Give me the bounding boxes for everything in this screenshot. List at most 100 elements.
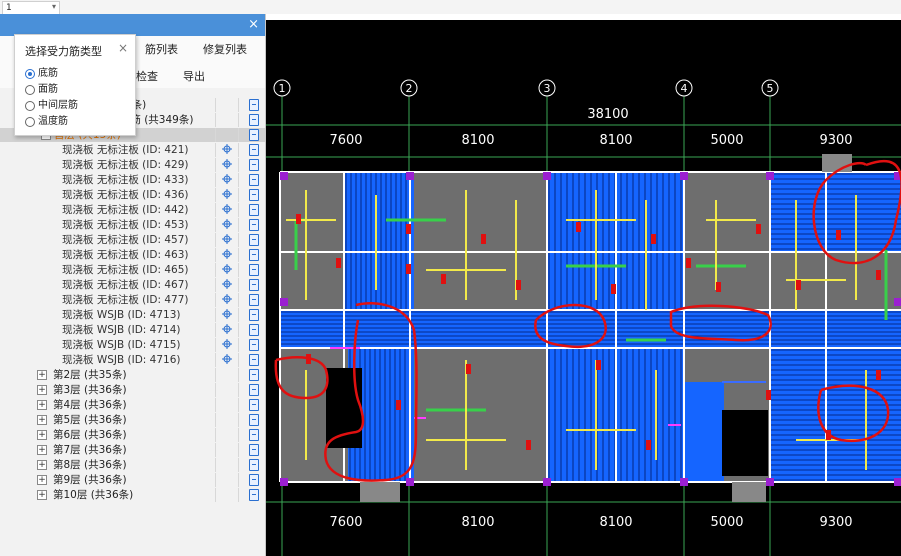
locate-icon[interactable] [222, 264, 232, 274]
document-icon[interactable] [249, 144, 259, 156]
document-icon[interactable] [249, 294, 259, 306]
tree-item[interactable]: 现浇板 无标注板 (ID: 433) [0, 173, 265, 187]
tree-floor[interactable]: + 第2层 (共35条) [0, 368, 265, 382]
tree-floor[interactable]: + 第7层 (共36条) [0, 443, 265, 457]
radio-temperature-rebar[interactable]: 温度筋 [25, 115, 135, 129]
rebar-marker [441, 274, 446, 284]
tree-item[interactable]: 现浇板 WSJB (ID: 4716) [0, 353, 265, 367]
expand-toggle-icon[interactable]: + [37, 445, 47, 455]
tree-item[interactable]: 现浇板 无标注板 (ID: 453) [0, 218, 265, 232]
panel-close-icon[interactable]: × [248, 16, 259, 34]
column-divider [238, 263, 239, 277]
locate-icon[interactable] [222, 219, 232, 229]
locate-icon[interactable] [222, 234, 232, 244]
locate-icon[interactable] [222, 249, 232, 259]
tree-item[interactable]: 现浇板 无标注板 (ID: 442) [0, 203, 265, 217]
column-divider [238, 233, 239, 247]
tree-item[interactable]: 现浇板 无标注板 (ID: 463) [0, 248, 265, 262]
locate-icon[interactable] [222, 174, 232, 184]
document-icon[interactable] [249, 174, 259, 186]
document-icon[interactable] [249, 309, 259, 321]
tree-item[interactable]: 现浇板 无标注板 (ID: 429) [0, 158, 265, 172]
document-icon[interactable] [249, 354, 259, 366]
document-icon[interactable] [249, 324, 259, 336]
radio-middle-rebar[interactable]: 中间层筋 [25, 99, 135, 113]
column-divider [238, 398, 239, 412]
tree-item[interactable]: 现浇板 无标注板 (ID: 457) [0, 233, 265, 247]
expand-toggle-icon[interactable]: + [37, 415, 47, 425]
document-icon[interactable] [249, 414, 259, 426]
document-icon[interactable] [249, 249, 259, 261]
tree-floor[interactable]: + 第6层 (共36条) [0, 428, 265, 442]
document-icon[interactable] [249, 114, 259, 126]
locate-icon[interactable] [222, 159, 232, 169]
document-icon[interactable] [249, 99, 259, 111]
document-icon[interactable] [249, 219, 259, 231]
expand-toggle-icon[interactable]: + [37, 490, 47, 500]
locate-icon[interactable] [222, 144, 232, 154]
tree-row-label: 现浇板 无标注板 (ID: 477) [62, 294, 189, 306]
document-icon[interactable] [249, 429, 259, 441]
tree-floor[interactable]: + 第4层 (共36条) [0, 398, 265, 412]
floor-select[interactable]: 1 ▾ [2, 1, 60, 15]
document-icon[interactable] [249, 384, 259, 396]
expand-toggle-icon[interactable]: + [37, 370, 47, 380]
document-icon[interactable] [249, 279, 259, 291]
document-icon[interactable] [249, 399, 259, 411]
tree-item[interactable]: 现浇板 无标注板 (ID: 467) [0, 278, 265, 292]
document-icon[interactable] [249, 339, 259, 351]
tree-floor[interactable]: + 第3层 (共36条) [0, 383, 265, 397]
column-divider [215, 113, 216, 127]
locate-icon[interactable] [222, 279, 232, 289]
document-icon[interactable] [249, 204, 259, 216]
expand-toggle-icon[interactable]: + [37, 475, 47, 485]
tree-item[interactable]: 现浇板 WSJB (ID: 4715) [0, 338, 265, 352]
locate-icon[interactable] [222, 294, 232, 304]
top-dimension: 7600 [329, 133, 362, 148]
document-icon[interactable] [249, 129, 259, 141]
column-divider [238, 413, 239, 427]
radio-label: 面筋 [38, 84, 58, 95]
cad-viewport[interactable]: 1 2 3 4 5 38100 7600 7600 8100 8100 8100 8100 5000 50… [266, 20, 901, 556]
popup-close-icon[interactable]: × [118, 41, 128, 55]
document-icon[interactable] [249, 459, 259, 471]
tree-item[interactable]: 现浇板 WSJB (ID: 4714) [0, 323, 265, 337]
tree-floor[interactable]: + 第8层 (共36条) [0, 458, 265, 472]
tree-item[interactable]: 现浇板 无标注板 (ID: 436) [0, 188, 265, 202]
radio-bottom-rebar[interactable]: 底筋 [25, 67, 135, 81]
expand-toggle-icon[interactable]: + [37, 430, 47, 440]
document-icon[interactable] [249, 159, 259, 171]
document-icon[interactable] [249, 369, 259, 381]
document-icon[interactable] [249, 489, 259, 501]
document-icon[interactable] [249, 264, 259, 276]
document-icon[interactable] [249, 474, 259, 486]
document-icon[interactable] [249, 234, 259, 246]
locate-icon[interactable] [222, 189, 232, 199]
locate-icon[interactable] [222, 324, 232, 334]
column-divider [238, 278, 239, 292]
export-button[interactable]: 导出 [183, 68, 205, 84]
locate-icon[interactable] [222, 204, 232, 214]
locate-icon[interactable] [222, 354, 232, 364]
expand-toggle-icon[interactable]: + [37, 460, 47, 470]
tree-floor[interactable]: + 第5层 (共36条) [0, 413, 265, 427]
tree-item[interactable]: 现浇板 无标注板 (ID: 477) [0, 293, 265, 307]
tab-rebar-list[interactable]: 筋列表 [145, 41, 178, 57]
radio-top-rebar[interactable]: 面筋 [25, 83, 135, 97]
column-marker [680, 478, 688, 486]
tree-item[interactable]: 现浇板 无标注板 (ID: 465) [0, 263, 265, 277]
tree-item[interactable]: 现浇板 无标注板 (ID: 421) [0, 143, 265, 157]
tree-floor[interactable]: + 第10层 (共36条) [0, 488, 265, 502]
tree-row-label: 现浇板 无标注板 (ID: 467) [62, 279, 189, 291]
floor-select-value: 1 [6, 3, 12, 13]
tree-floor[interactable]: + 第9层 (共36条) [0, 473, 265, 487]
expand-toggle-icon[interactable]: + [37, 385, 47, 395]
document-icon[interactable] [249, 189, 259, 201]
locate-icon[interactable] [222, 339, 232, 349]
document-icon[interactable] [249, 444, 259, 456]
tab-repair-list[interactable]: 修复列表 [203, 41, 247, 57]
expand-toggle-icon[interactable]: + [37, 400, 47, 410]
locate-icon[interactable] [222, 309, 232, 319]
check-button[interactable]: 检查 [136, 68, 158, 84]
tree-item[interactable]: 现浇板 WSJB (ID: 4713) [0, 308, 265, 322]
